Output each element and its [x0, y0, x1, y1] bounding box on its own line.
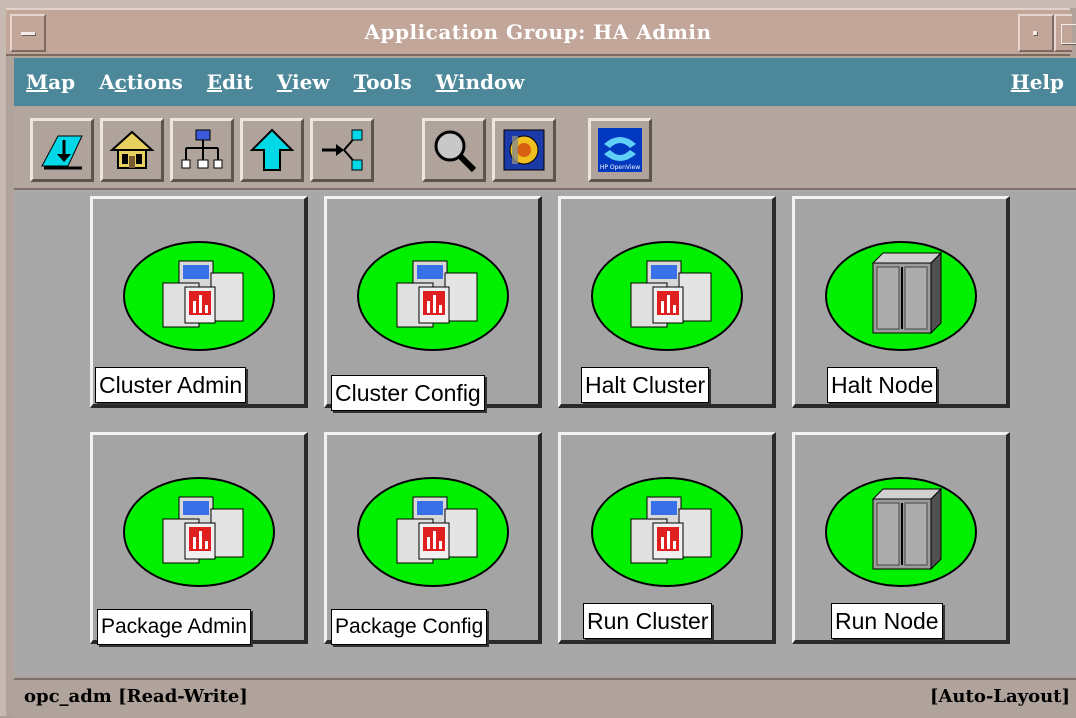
- up-button[interactable]: [240, 118, 304, 182]
- app-tile-package-config[interactable]: Package Config: [324, 432, 542, 645]
- drill-down-button[interactable]: [30, 118, 94, 182]
- application-documents-icon: [162, 260, 244, 328]
- home-icon: [109, 130, 155, 169]
- menu-edit-label: dit: [222, 70, 253, 94]
- user-mode-status: opc_adm [Read-Write]: [24, 686, 248, 707]
- minimize-icon: [1033, 31, 1037, 35]
- menu-actions-mnemonic: c: [114, 70, 127, 94]
- menu-tools-label: ools: [366, 70, 412, 94]
- app-label: Cluster Config: [331, 375, 485, 411]
- menu-view[interactable]: View: [265, 70, 342, 94]
- home-button[interactable]: [100, 118, 164, 182]
- minimize-button[interactable]: [1018, 14, 1054, 52]
- app-label: Run Cluster: [583, 603, 713, 639]
- menu-window-mnemonic: W: [435, 70, 458, 94]
- console-icon: [503, 129, 545, 171]
- status-ellipse: [123, 241, 275, 351]
- app-tile-run-node[interactable]: Run Node: [792, 432, 1010, 644]
- app-label: Cluster Admin: [95, 367, 247, 403]
- app-tile-cluster-config[interactable]: Cluster Config: [324, 196, 542, 411]
- menu-map[interactable]: Map: [14, 70, 87, 94]
- find-button[interactable]: [422, 118, 486, 182]
- app-tile-package-admin[interactable]: Package Admin: [90, 432, 308, 645]
- console-button[interactable]: [492, 118, 556, 182]
- app-label: Run Node: [831, 603, 943, 639]
- menu-map-mnemonic: M: [26, 70, 49, 94]
- menu-help-label: elp: [1029, 70, 1064, 94]
- maximize-icon: [1061, 24, 1076, 44]
- network-path-button[interactable]: [310, 118, 374, 182]
- status-ellipse: [357, 241, 509, 351]
- menu-edit[interactable]: Edit: [195, 70, 265, 94]
- magnifier-icon: [434, 130, 477, 173]
- menu-help-mnemonic: H: [1010, 70, 1030, 94]
- server-cabinet-icon: [871, 251, 943, 335]
- menu-actions-prefix: A: [99, 70, 115, 94]
- menu-window[interactable]: Window: [424, 70, 537, 94]
- menu-actions[interactable]: Actions: [87, 70, 195, 94]
- status-ellipse: [825, 477, 977, 587]
- server-cabinet-icon: [871, 487, 943, 571]
- app-tile-cluster-admin[interactable]: Cluster Admin: [90, 196, 308, 408]
- hp-openview-button[interactable]: HP OpenView: [588, 118, 652, 182]
- layout-mode-status: [Auto-Layout]: [929, 686, 1070, 707]
- menu-actions-label: tions: [126, 70, 183, 94]
- menu-view-label: iew: [292, 70, 330, 94]
- status-ellipse: [591, 241, 743, 351]
- status-ellipse: [591, 477, 743, 587]
- menu-help[interactable]: Help: [999, 70, 1076, 94]
- app-tile-halt-cluster[interactable]: Halt Cluster: [558, 196, 776, 408]
- drill-down-icon: [41, 135, 83, 170]
- status-bar: opc_adm [Read-Write] [Auto-Layout]: [14, 678, 1076, 718]
- application-documents-icon: [396, 496, 478, 564]
- app-label: Package Config: [331, 609, 488, 645]
- network-path-icon: [322, 129, 363, 171]
- title-bar[interactable]: Application Group: HA Admin: [6, 8, 1076, 56]
- svg-text:HP OpenView: HP OpenView: [600, 164, 640, 171]
- application-documents-icon: [630, 496, 712, 564]
- menu-tools-mnemonic: T: [353, 70, 367, 94]
- app-label: Package Admin: [97, 609, 251, 645]
- menu-map-label: ap: [48, 70, 76, 94]
- application-documents-icon: [630, 260, 712, 328]
- application-documents-icon: [396, 260, 478, 328]
- status-ellipse: [825, 241, 977, 351]
- menu-view-mnemonic: V: [276, 70, 293, 94]
- maximize-button[interactable]: [1054, 14, 1076, 52]
- hierarchy-icon: [181, 129, 223, 169]
- status-ellipse: [357, 477, 509, 587]
- status-ellipse: [123, 477, 275, 587]
- app-tile-run-cluster[interactable]: Run Cluster: [558, 432, 776, 644]
- app-label: Halt Node: [827, 367, 938, 403]
- menu-edit-mnemonic: E: [206, 70, 223, 94]
- hp-openview-icon: HP OpenView: [598, 128, 642, 172]
- menu-tools[interactable]: Tools: [342, 70, 424, 94]
- application-documents-icon: [162, 496, 244, 564]
- window-title: Application Group: HA Admin: [364, 20, 712, 44]
- menu-window-label: indow: [457, 70, 525, 94]
- toolbar: HP OpenView: [14, 108, 1076, 190]
- app-tile-halt-node[interactable]: Halt Node: [792, 196, 1010, 408]
- menu-bar: Map Actions Edit View Tools Window Help: [14, 58, 1076, 106]
- hierarchy-button[interactable]: [170, 118, 234, 182]
- up-arrow-icon: [249, 128, 295, 171]
- app-label: Halt Cluster: [581, 367, 710, 403]
- application-group-area: Cluster Admin Cluster Config Halt Cluste…: [14, 190, 1076, 676]
